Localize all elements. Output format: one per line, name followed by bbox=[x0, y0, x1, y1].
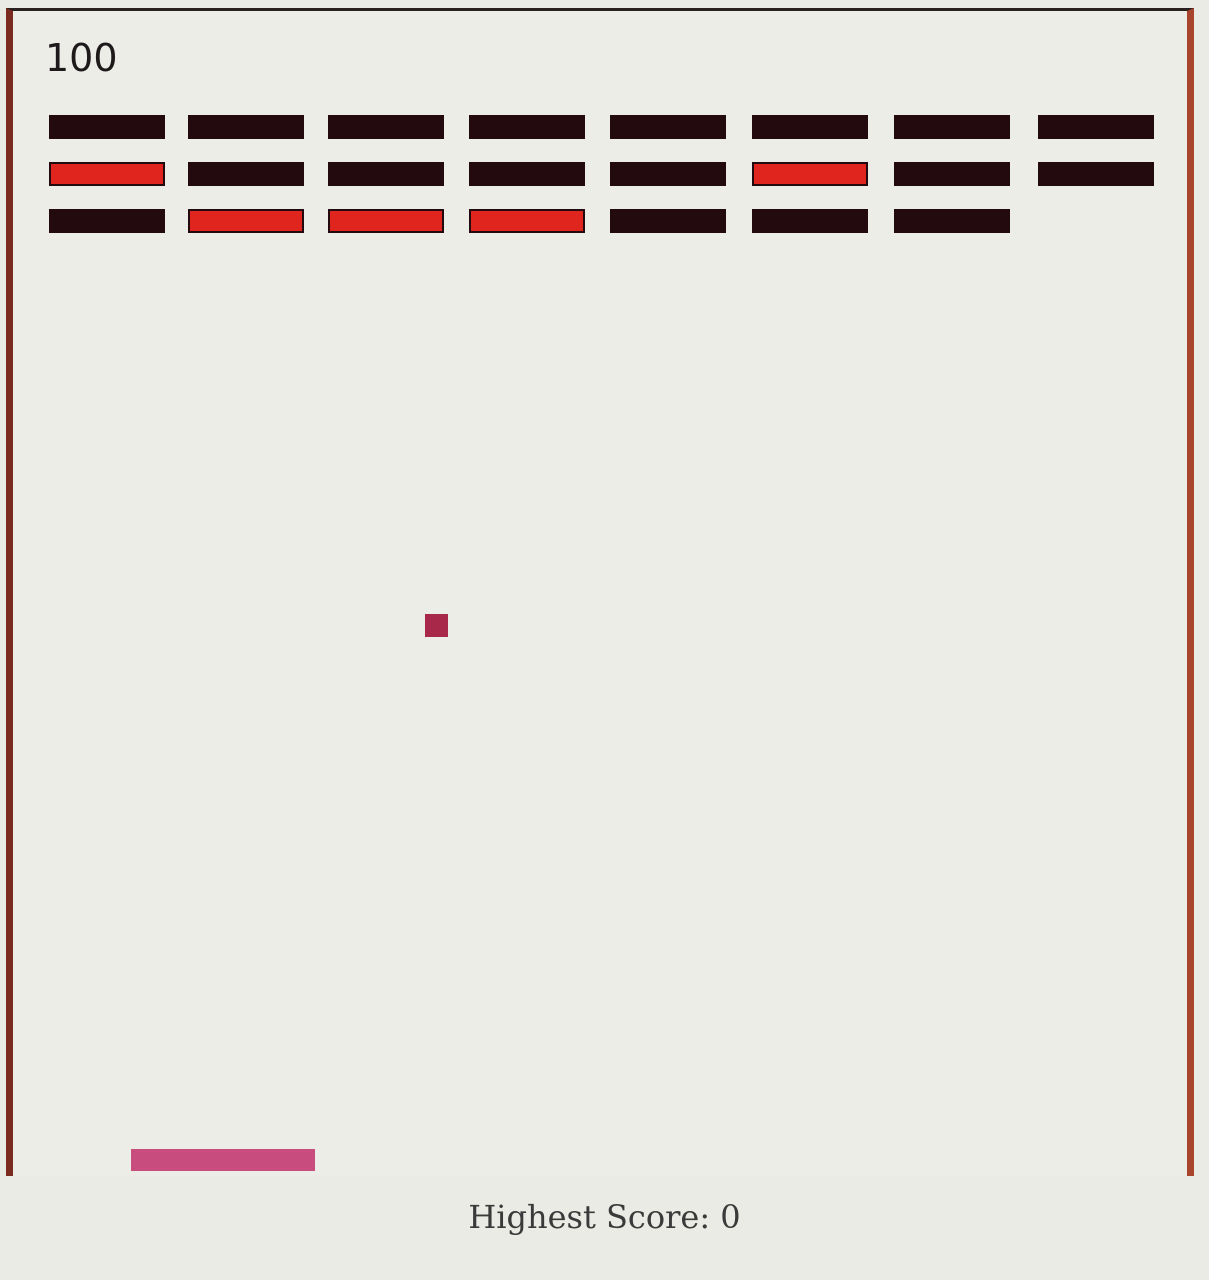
brick-dark bbox=[49, 209, 165, 233]
game-board[interactable]: 100 bbox=[6, 8, 1194, 1176]
brick-red bbox=[188, 209, 304, 233]
brick-dark bbox=[610, 162, 726, 186]
brick-dark bbox=[49, 115, 165, 139]
highest-score-label: Highest Score: 0 bbox=[468, 1198, 741, 1236]
brick-dark bbox=[894, 115, 1010, 139]
brick-red bbox=[752, 162, 868, 186]
brick-dark bbox=[188, 162, 304, 186]
brick-dark bbox=[1038, 115, 1154, 139]
brick-dark bbox=[752, 115, 868, 139]
brick-dark bbox=[1038, 162, 1154, 186]
ball bbox=[425, 614, 448, 637]
brick-dark bbox=[469, 162, 585, 186]
brick-dark bbox=[610, 115, 726, 139]
brick-dark bbox=[894, 162, 1010, 186]
score-counter: 100 bbox=[45, 36, 118, 80]
brick-red bbox=[49, 162, 165, 186]
brick-dark bbox=[328, 115, 444, 139]
brick-dark bbox=[328, 162, 444, 186]
paddle[interactable] bbox=[131, 1149, 315, 1171]
brick-red bbox=[328, 209, 444, 233]
brick-dark bbox=[610, 209, 726, 233]
brick-dark bbox=[894, 209, 1010, 233]
brick-dark bbox=[752, 209, 868, 233]
brick-dark bbox=[188, 115, 304, 139]
brick-red bbox=[469, 209, 585, 233]
brick-dark bbox=[469, 115, 585, 139]
